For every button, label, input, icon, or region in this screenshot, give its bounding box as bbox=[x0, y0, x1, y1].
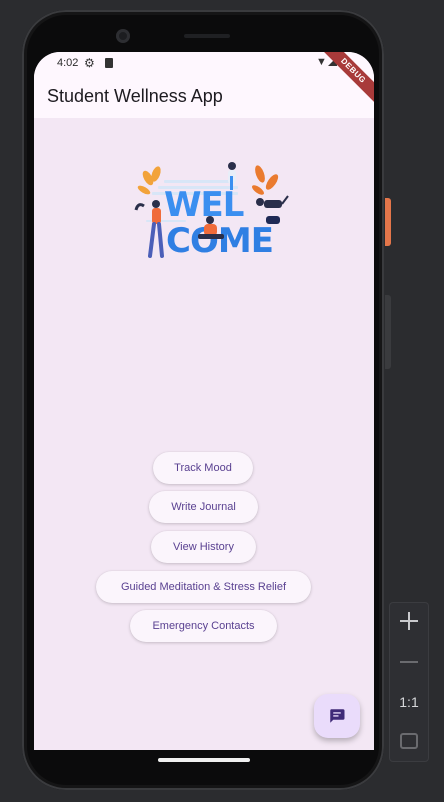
wifi-icon: ▼ bbox=[316, 56, 327, 68]
sim-card-icon bbox=[105, 58, 113, 68]
app-screen: 4:02 ⚙ ▼ Student Wellness App DEBUG WEL … bbox=[34, 52, 374, 750]
welcome-word-line2: COME bbox=[166, 221, 273, 261]
page-title: Student Wellness App bbox=[47, 86, 223, 106]
status-time: 4:02 bbox=[57, 57, 79, 69]
chat-icon bbox=[330, 709, 345, 723]
welcome-word-line1: WEL bbox=[164, 185, 244, 225]
power-button[interactable] bbox=[385, 198, 391, 246]
fit-screen-icon[interactable] bbox=[400, 733, 418, 749]
guided-meditation-button[interactable]: Guided Meditation & Stress Relief bbox=[96, 571, 311, 603]
settings-status-icon: ⚙ bbox=[84, 56, 95, 70]
write-journal-button[interactable]: Write Journal bbox=[149, 491, 258, 523]
volume-button[interactable] bbox=[385, 295, 391, 369]
emulator-zoom-controls: 1:1 bbox=[389, 602, 429, 762]
chat-fab-button[interactable] bbox=[314, 694, 360, 738]
zoom-in-icon[interactable] bbox=[398, 610, 420, 632]
app-bar: Student Wellness App bbox=[34, 74, 374, 118]
emergency-contacts-button[interactable]: Emergency Contacts bbox=[130, 610, 277, 642]
emulator-window: 4:02 ⚙ ▼ Student Wellness App DEBUG WEL … bbox=[0, 0, 444, 802]
status-bar: 4:02 ⚙ ▼ bbox=[34, 52, 374, 74]
welcome-illustration: WEL COME bbox=[134, 162, 289, 261]
earpiece-speaker bbox=[184, 34, 230, 38]
zoom-ratio-label[interactable]: 1:1 bbox=[389, 694, 429, 710]
view-history-button[interactable]: View History bbox=[151, 531, 256, 563]
track-mood-button[interactable]: Track Mood bbox=[153, 452, 253, 484]
zoom-out-icon[interactable] bbox=[400, 661, 418, 663]
front-camera bbox=[116, 29, 130, 43]
gesture-nav-bar[interactable] bbox=[158, 758, 250, 762]
